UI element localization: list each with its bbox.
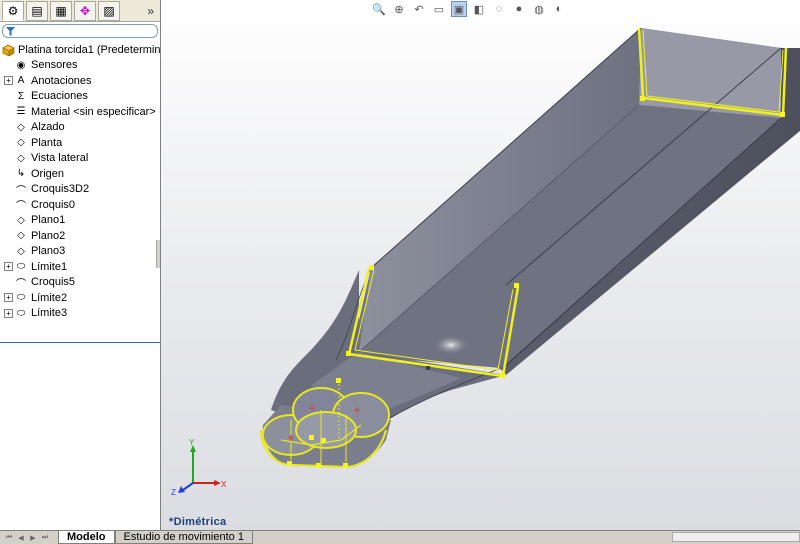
more-tabs-button[interactable]: » bbox=[147, 4, 154, 18]
tree-item-label: Ecuaciones bbox=[31, 90, 88, 103]
expand-toggle-icon[interactable]: + bbox=[4, 293, 13, 303]
expand-toggle-icon[interactable]: + bbox=[4, 308, 13, 318]
triad-y-label: Y bbox=[189, 438, 195, 447]
part-icon bbox=[2, 43, 15, 56]
tab-modelo[interactable]: Modelo bbox=[58, 531, 115, 544]
expand-toggle-icon[interactable]: + bbox=[4, 262, 13, 272]
dimxpert-tab[interactable]: ✥ bbox=[74, 0, 96, 21]
last-tab-arrow-icon[interactable]: ⏭ bbox=[40, 533, 50, 543]
first-tab-arrow-icon[interactable]: ⏮ bbox=[4, 533, 14, 543]
tree-item[interactable]: ⌒ Croquis5 bbox=[0, 275, 160, 291]
rollback-bar[interactable] bbox=[0, 342, 160, 343]
origin-icon: ↳ bbox=[16, 168, 26, 180]
tree-item[interactable]: ☰ Material <sin especificar> bbox=[0, 104, 160, 120]
tree-item-label: Límite3 bbox=[31, 307, 68, 320]
tree-item[interactable]: + ⬭ Límite3 bbox=[0, 306, 160, 322]
tree-item[interactable]: ◇ Alzado bbox=[0, 120, 160, 136]
model-3d-view[interactable]: Y X Z bbox=[161, 0, 800, 530]
next-tab-arrow-icon[interactable]: ▶ bbox=[28, 533, 38, 543]
tree-item-label: Anotaciones bbox=[31, 74, 92, 87]
plane-icon: ◇ bbox=[17, 214, 25, 226]
tree-item[interactable]: ◇ Vista lateral bbox=[0, 151, 160, 167]
tree-item-label: Croquis3D2 bbox=[31, 183, 90, 196]
propertymanager-tab[interactable]: ▤ bbox=[26, 0, 48, 21]
view-orientation-label: *Dimétrica bbox=[169, 516, 227, 528]
boundary-feature-icon: ⬭ bbox=[16, 292, 26, 304]
annotations-icon: A bbox=[17, 75, 25, 87]
tree-item[interactable]: ◉ Sensores bbox=[0, 58, 160, 74]
reference-triad: Y X Z bbox=[171, 438, 227, 497]
filter-icon bbox=[6, 26, 15, 36]
display-manager-icon: ▨ bbox=[103, 3, 115, 18]
tree-item-label: Sensores bbox=[31, 59, 78, 72]
tree-item[interactable]: + ⬭ Límite1 bbox=[0, 259, 160, 275]
tree-item-label: Plano1 bbox=[31, 214, 66, 227]
tree-item[interactable]: + A Anotaciones bbox=[0, 73, 160, 89]
plane-icon: ◇ bbox=[17, 137, 25, 149]
propertymanager-icon: ▤ bbox=[31, 3, 43, 18]
tree-item[interactable]: ◇ Planta bbox=[0, 135, 160, 151]
tree-item-label: Croquis0 bbox=[31, 198, 76, 211]
graphics-area[interactable]: 🔍 ⊕ ↶ ▭ ▣ ◧ ◌ ● ◍ ◐ Y X Z *Dimétrica bbox=[161, 0, 800, 530]
dimxpert-icon: ✥ bbox=[79, 3, 91, 18]
tree-item[interactable]: + ⬭ Límite2 bbox=[0, 290, 160, 306]
sketch-icon: ⌒ bbox=[16, 201, 26, 213]
tree-item-label: Plano2 bbox=[31, 229, 66, 242]
tree-item-label: Alzado bbox=[31, 121, 65, 134]
sketch-icon: ⌒ bbox=[16, 278, 26, 290]
tree-item[interactable]: ↳ Origen bbox=[0, 166, 160, 182]
plane-icon: ◇ bbox=[17, 121, 25, 133]
triad-z-label: Z bbox=[171, 488, 176, 497]
feature-tree: Platina torcida1 (Predeterminado< ◉ Senso… bbox=[0, 40, 185, 343]
tree-item[interactable]: ◇ Plano2 bbox=[0, 228, 160, 244]
featuremanager-icon: ⚙ bbox=[7, 3, 19, 18]
featuremanager-tab[interactable]: ⚙ bbox=[2, 0, 24, 21]
tree-root-part[interactable]: Platina torcida1 (Predeterminado< bbox=[0, 42, 185, 58]
expand-toggle-icon[interactable]: + bbox=[4, 76, 13, 86]
tree-item-label: Croquis5 bbox=[31, 276, 76, 289]
tree-item-label: Vista lateral bbox=[31, 152, 89, 165]
manager-tabs: ⚙ ▤ ▦ ✥ ▨ » bbox=[0, 0, 160, 22]
material-icon: ☰ bbox=[16, 106, 26, 118]
triad-x-label: X bbox=[221, 480, 227, 489]
tree-item-label: Material <sin especificar> bbox=[31, 105, 156, 118]
tree-item-label: Plano3 bbox=[31, 245, 66, 258]
panel-splitter-handle[interactable] bbox=[156, 240, 160, 268]
configurationmanager-icon: ▦ bbox=[55, 3, 67, 18]
boundary-feature-icon: ⬭ bbox=[16, 261, 26, 273]
equations-icon: Σ bbox=[17, 90, 25, 102]
sketch3d-icon: ⌒ bbox=[16, 185, 26, 197]
tree-item-label: Origen bbox=[31, 167, 65, 180]
plane-icon: ◇ bbox=[17, 230, 25, 242]
tree-item[interactable]: ◇ Plano3 bbox=[0, 244, 160, 260]
tab-scroll-arrows: ⏮ ◀ ▶ ⏭ bbox=[0, 531, 58, 544]
tree-item-label: Límite1 bbox=[31, 260, 68, 273]
tree-item[interactable]: Σ Ecuaciones bbox=[0, 89, 160, 105]
tree-item[interactable]: ◇ Plano1 bbox=[0, 213, 160, 229]
tree-item[interactable]: ⌒ Croquis3D2 bbox=[0, 182, 160, 198]
tree-item[interactable]: ⌒ Croquis0 bbox=[0, 197, 160, 213]
plane-icon: ◇ bbox=[17, 245, 25, 257]
plane-icon: ◇ bbox=[17, 152, 25, 164]
tree-item-label: Planta bbox=[31, 136, 63, 149]
sensor-icon: ◉ bbox=[16, 59, 26, 71]
feature-manager-panel: ⚙ ▤ ▦ ✥ ▨ » Platina torcida1 (Predetermi… bbox=[0, 0, 185, 530]
tab-motion-study[interactable]: Estudio de movimiento 1 bbox=[114, 531, 253, 544]
configurationmanager-tab[interactable]: ▦ bbox=[50, 0, 72, 21]
horizontal-scrollbar[interactable] bbox=[672, 532, 800, 542]
channel-body bbox=[351, 27, 800, 375]
tree-item-label: Límite2 bbox=[31, 291, 68, 304]
tree-filter-input[interactable] bbox=[2, 24, 158, 38]
boundary-feature-icon: ⬭ bbox=[16, 307, 26, 319]
display-manager-tab[interactable]: ▨ bbox=[98, 0, 120, 21]
prev-tab-arrow-icon[interactable]: ◀ bbox=[16, 533, 26, 543]
